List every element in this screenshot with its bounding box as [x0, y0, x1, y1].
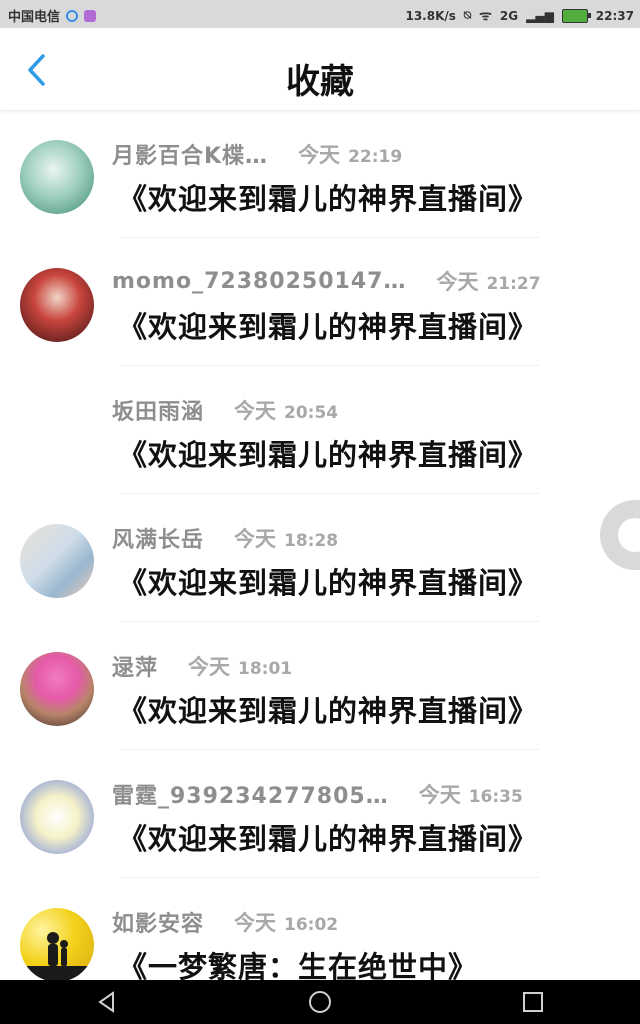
avatar[interactable] — [20, 140, 94, 214]
list-item[interactable]: 逯萍 今天 18:01 《欢迎来到霜儿的神界直播间》 — [0, 622, 640, 750]
user-name: 月影百合K楪… — [112, 144, 269, 169]
circle-home-icon — [308, 991, 331, 1013]
favorites-list: 月影百合K楪… 今天 22:19 《欢迎来到霜儿的神界直播间》 momo_7238… — [0, 110, 640, 980]
user-name: 坂田雨涵 — [112, 400, 205, 425]
list-item[interactable]: 雷霆_939234277805… 今天 16:35 《欢迎来到霜儿的神界直播间》 — [0, 750, 640, 878]
list-item[interactable]: momo_72380250147… 今天 21:27 《欢迎来到霜儿的神界直播间》 — [0, 238, 640, 366]
timestamp: 今天 20:54 — [234, 399, 339, 423]
user-name: 风满长岳 — [112, 528, 205, 553]
list-item[interactable]: 月影百合K楪… 今天 22:19 《欢迎来到霜儿的神界直播间》 — [0, 110, 640, 238]
navigation-bar — [0, 980, 640, 1024]
app-notification-icon — [84, 9, 97, 22]
silhouette-image — [20, 932, 94, 980]
header-bar: 收藏 — [0, 28, 640, 111]
carrier-label: 中国电信 — [8, 10, 61, 25]
timestamp: 今天 16:02 — [234, 911, 339, 935]
triangle-back-icon — [97, 991, 114, 1013]
list-item[interactable]: 如影安容 今天 16:02 《一梦繁唐：生在绝世中》 — [0, 878, 640, 980]
room-title: 《欢迎来到霜儿的神界直播间》 — [118, 822, 539, 856]
room-title: 《欢迎来到霜儿的神界直播间》 — [118, 182, 539, 216]
timestamp: 今天 18:01 — [188, 655, 293, 679]
avatar[interactable] — [20, 396, 94, 470]
network-type: 2G — [499, 8, 519, 23]
status-bar: 中国电信 13.8K/s ⍉ ᯤ 2G ▂▄▆ 22:37 — [0, 0, 640, 28]
page-title: 收藏 — [286, 62, 354, 102]
status-time: 22:37 — [595, 8, 634, 23]
timestamp: 今天 22:19 — [298, 143, 403, 167]
avatar[interactable] — [20, 908, 94, 980]
user-name: momo_72380250147… — [112, 268, 407, 294]
avatar[interactable] — [20, 652, 94, 726]
room-title: 《欢迎来到霜儿的神界直播间》 — [118, 310, 539, 344]
timestamp: 今天 18:28 — [234, 527, 339, 551]
battery-icon — [561, 8, 591, 23]
square-recents-icon — [523, 992, 544, 1012]
signal-icon: ▂▄▆ — [526, 8, 554, 23]
list-item[interactable]: 坂田雨涵 今天 20:54 《欢迎来到霜儿的神界直播间》 — [0, 366, 640, 494]
timestamp: 今天 16:35 — [418, 783, 523, 807]
user-name: 逯萍 — [112, 656, 159, 681]
nav-home-button[interactable] — [290, 980, 350, 1024]
room-title: 《一梦繁唐：生在绝世中》 — [118, 950, 479, 980]
room-title: 《欢迎来到霜儿的神界直播间》 — [118, 694, 539, 728]
list-item[interactable]: 风满长岳 今天 18:28 《欢迎来到霜儿的神界直播间》 — [0, 494, 640, 622]
avatar[interactable] — [20, 780, 94, 854]
timestamp: 今天 21:27 — [436, 270, 541, 294]
wifi-icon: ᯤ — [479, 8, 492, 24]
room-title: 《欢迎来到霜儿的神界直播间》 — [118, 566, 539, 600]
mute-icon: ⍉ — [463, 8, 472, 22]
avatar[interactable] — [20, 524, 94, 598]
user-name: 雷霆_939234277805… — [112, 784, 389, 809]
sync-icon — [66, 9, 79, 22]
user-name: 如影安容 — [112, 912, 205, 937]
avatar[interactable] — [20, 268, 94, 342]
nav-recents-button[interactable] — [503, 980, 563, 1024]
network-speed: 13.8K/s — [405, 8, 456, 23]
room-title: 《欢迎来到霜儿的神界直播间》 — [118, 438, 539, 472]
nav-back-button[interactable] — [77, 980, 137, 1024]
